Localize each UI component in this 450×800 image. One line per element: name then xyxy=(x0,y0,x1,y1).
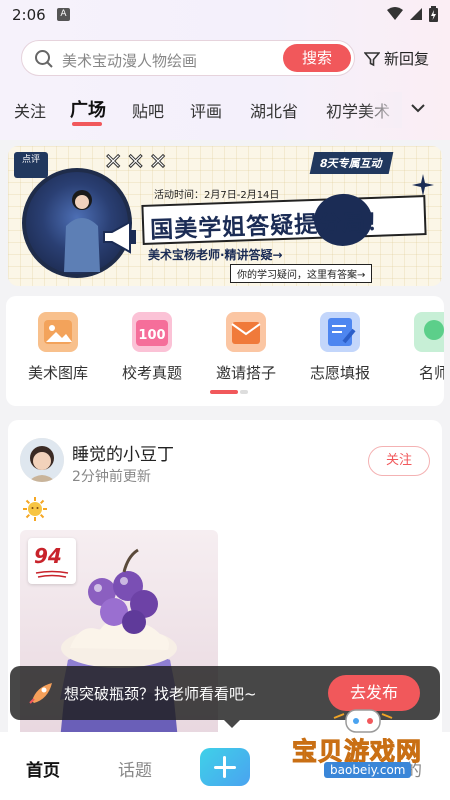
sun-emoji-icon xyxy=(23,497,47,521)
battery-icon xyxy=(429,6,438,22)
shortcut-label: 美术图库 xyxy=(27,364,88,382)
toast-text: 想突破瓶颈？找老师看看吧~ xyxy=(64,685,257,703)
signal-icon xyxy=(410,8,422,20)
shortcut-label: 校考真题 xyxy=(121,364,182,382)
notification-icon: A xyxy=(57,8,70,21)
promo-banner[interactable]: 点评 ✕✕✕ 8天专属互动 活动时间：2月7日-2月14日 国美学姐答疑提分局！… xyxy=(8,146,442,286)
banner-date: 活动时间：2月7日-2月14日 xyxy=(154,190,280,201)
create-post-button[interactable] xyxy=(200,748,250,786)
shortcut-label: 邀请搭子 xyxy=(215,364,276,382)
page-indicator-inactive xyxy=(240,390,248,394)
rocket-icon xyxy=(29,683,52,704)
new-reply-label: 新回复 xyxy=(384,50,430,68)
status-time: 2:06 xyxy=(12,6,46,24)
score-badge: 94 xyxy=(28,538,76,584)
tab-critique[interactable]: 评画 xyxy=(190,98,222,122)
search-placeholder: 美术宝动漫人物绘画 xyxy=(62,52,198,70)
banner-footer: 你的学习疑问，这里有答案→ xyxy=(230,264,373,283)
tab-follow[interactable]: 关注 xyxy=(14,98,46,122)
shortcut-teacher[interactable]: 名师 xyxy=(394,312,444,383)
filter-icon xyxy=(364,51,380,66)
search-button[interactable]: 搜索 xyxy=(283,44,351,72)
watermark: 宝贝游戏网 baobeiy.com xyxy=(291,706,446,786)
page-indicator xyxy=(210,390,248,394)
watermark-url: baobeiy.com xyxy=(324,762,412,778)
page-indicator-active xyxy=(210,390,238,394)
shortcut-panel: 美术图库 100 校考真题 邀请搭子 志愿填报 名师 xyxy=(6,296,444,406)
shortcut-volunteer[interactable]: 志愿填报 xyxy=(300,312,380,383)
tab-underline xyxy=(72,122,102,126)
teacher-icon xyxy=(414,312,444,352)
channel-tabs: 关注 广场 贴吧 评画 湖北省 初学美术 xyxy=(0,92,450,128)
form-icon xyxy=(320,312,360,352)
exam-100-icon: 100 xyxy=(132,312,172,352)
shortcut-invite[interactable]: 邀请搭子 xyxy=(206,312,286,383)
tab-hubei[interactable]: 湖北省 xyxy=(250,98,298,122)
search-icon xyxy=(35,50,53,68)
post-time: 2分钟前更新 xyxy=(72,469,151,485)
megaphone-icon xyxy=(103,220,136,254)
wifi-icon xyxy=(387,7,403,20)
toast-pointer xyxy=(224,720,240,728)
nav-home[interactable]: 首页 xyxy=(26,756,60,781)
tabs-fade xyxy=(362,92,402,128)
tab-square[interactable]: 广场 xyxy=(70,96,106,126)
score-value: 94 xyxy=(34,544,62,568)
new-reply-filter[interactable]: 新回复 xyxy=(364,48,429,69)
search-bar[interactable]: 美术宝动漫人物绘画 搜索 xyxy=(21,40,355,76)
post-username[interactable]: 睡觉的小豆丁 xyxy=(72,440,174,465)
shortcut-exam[interactable]: 100 校考真题 xyxy=(112,312,192,383)
banner-subline: 美术宝杨老师·精讲答疑→ xyxy=(148,248,283,262)
sparkle-icon xyxy=(412,174,434,196)
chevron-down-icon[interactable] xyxy=(410,102,426,114)
follow-button[interactable]: 关注 xyxy=(368,446,430,476)
avatar[interactable] xyxy=(20,438,64,482)
svg-text:100: 100 xyxy=(138,328,165,343)
gallery-icon xyxy=(38,312,78,352)
status-bar: 2:06 A xyxy=(0,0,450,30)
banner-decoration: ✕✕✕ xyxy=(103,150,172,176)
banner-tag: 8天专属互动 xyxy=(309,152,393,174)
invite-icon xyxy=(226,312,266,352)
shortcut-label: 名师 xyxy=(418,364,444,382)
nav-topics[interactable]: 话题 xyxy=(118,756,152,781)
tab-tieba[interactable]: 贴吧 xyxy=(132,98,164,122)
shortcut-gallery[interactable]: 美术图库 xyxy=(18,312,98,383)
banner-badge: 点评 xyxy=(14,152,48,178)
banner-headline-box: 国美学姐答疑提分局！ xyxy=(141,192,427,247)
person-illustration xyxy=(64,190,100,272)
shortcut-label: 志愿填报 xyxy=(309,364,370,382)
